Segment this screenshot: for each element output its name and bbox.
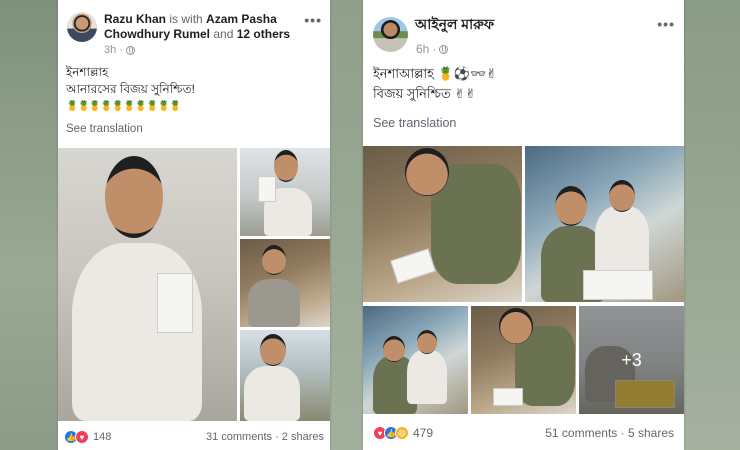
person-head xyxy=(383,336,405,362)
globe-icon xyxy=(125,45,135,55)
avatar[interactable] xyxy=(67,12,97,42)
with-text: is with xyxy=(169,12,203,26)
post-text-line1: ইনশাল্লাহ xyxy=(66,65,109,79)
author-line: Razu Khan is with Azam Pasha Chowdhury R… xyxy=(104,12,314,42)
shares-link[interactable]: 5 shares xyxy=(628,426,674,440)
and-text: and xyxy=(213,27,234,41)
meta-separator: · xyxy=(119,44,123,56)
more-dots-icon[interactable]: ••• xyxy=(657,16,675,32)
background-left xyxy=(0,0,58,450)
ballot-card xyxy=(258,176,276,202)
post-header: Razu Khan is with Azam Pasha Chowdhury R… xyxy=(58,0,330,52)
ballot-card xyxy=(157,273,193,333)
photo-grid-5[interactable]: +3 xyxy=(579,306,684,414)
post-time[interactable]: 6h xyxy=(416,42,429,56)
post-footer: ♥ 👍 😆 479 51 comments · 5 shares xyxy=(363,420,684,446)
post-card-right: আইনুল মারুফ ••• 6h · ইনশাআল্লাহ 🍍⚽👓✌ বিজ… xyxy=(363,0,684,450)
author-line: আইনুল মারুফ xyxy=(415,17,635,32)
globe-icon xyxy=(439,44,449,54)
avatar[interactable] xyxy=(373,17,408,52)
post-card-left: Razu Khan is with Azam Pasha Chowdhury R… xyxy=(58,0,330,450)
author-name[interactable]: Razu Khan xyxy=(104,12,166,26)
post-meta: 3h · xyxy=(104,44,135,56)
more-dots-icon[interactable]: ••• xyxy=(304,12,322,28)
person-figure xyxy=(244,366,300,421)
ballot-card xyxy=(493,388,523,406)
reaction-summary[interactable]: 👍 ♥ 148 xyxy=(64,430,111,444)
stats-separator: · xyxy=(620,426,625,440)
photo-thumb-3[interactable] xyxy=(240,330,330,421)
see-translation-link[interactable]: See translation xyxy=(66,123,143,135)
person-figure xyxy=(407,350,447,404)
post-meta: 6h · xyxy=(416,42,449,56)
photo-thumb-1[interactable] xyxy=(240,148,330,236)
see-translation-link[interactable]: See translation xyxy=(373,116,456,130)
reaction-count: 148 xyxy=(93,431,112,443)
post-stats: 31 comments · 2 shares xyxy=(206,431,324,443)
stats-separator: · xyxy=(275,431,279,443)
author-name[interactable]: আইনুল মারুফ xyxy=(415,16,494,32)
reaction-count: 479 xyxy=(413,426,434,440)
love-icon: ♥ xyxy=(75,430,89,444)
post-text-line1: ইনশাআল্লাহ 🍍⚽👓✌ xyxy=(373,66,498,81)
shares-link[interactable]: 2 shares xyxy=(282,431,324,443)
others-link[interactable]: 12 others xyxy=(237,27,290,41)
ballot-card xyxy=(390,248,436,284)
meta-separator: · xyxy=(432,42,437,56)
person-head xyxy=(417,330,437,354)
reaction-summary[interactable]: ♥ 👍 😆 479 xyxy=(373,426,433,440)
post-text-emoji: 🍍🍍🍍🍍🍍🍍🍍🍍🍍🍍 xyxy=(66,101,182,112)
photo-thumb-2[interactable] xyxy=(240,239,330,327)
photo-grid-1[interactable] xyxy=(363,146,522,302)
person-head xyxy=(555,186,587,226)
person-head xyxy=(609,180,635,212)
photo-grid-3[interactable] xyxy=(363,306,468,414)
haha-icon: 😆 xyxy=(395,426,409,440)
person-figure xyxy=(595,206,649,276)
post-time[interactable]: 3h xyxy=(104,44,116,56)
person-head xyxy=(499,308,533,344)
post-text: ইনশাল্লাহ আনারসের বিজয় সুনিশ্চিত! 🍍🍍🍍🍍🍍… xyxy=(66,64,195,115)
person-figure xyxy=(248,279,300,327)
comments-link[interactable]: 51 comments xyxy=(545,426,617,440)
background-right xyxy=(684,0,740,450)
photo-grid-4[interactable] xyxy=(471,306,576,414)
person-head xyxy=(260,334,286,366)
post-stats: 51 comments · 5 shares xyxy=(545,426,674,440)
background-middle xyxy=(330,0,363,450)
post-text: ইনশাআল্লাহ 🍍⚽👓✌ বিজয় সুনিশ্চিত ✌✌ xyxy=(373,64,497,104)
post-text-line2: আনারসের বিজয় সুনিশ্চিত! xyxy=(66,82,195,96)
photo-main[interactable] xyxy=(58,148,237,421)
more-photos-overlay[interactable]: +3 xyxy=(579,306,684,414)
post-text-line2: বিজয় সুনিশ্চিত ✌✌ xyxy=(373,86,477,101)
person-head xyxy=(105,156,163,238)
photo-grid-2[interactable] xyxy=(525,146,684,302)
ballot-box xyxy=(583,270,653,300)
post-header: আইনুল মারুফ ••• xyxy=(363,0,684,52)
person-head xyxy=(262,245,286,275)
person-head xyxy=(405,148,449,196)
post-footer: 👍 ♥ 148 31 comments · 2 shares xyxy=(58,425,330,449)
person-head xyxy=(274,150,298,182)
comments-link[interactable]: 31 comments xyxy=(206,431,272,443)
